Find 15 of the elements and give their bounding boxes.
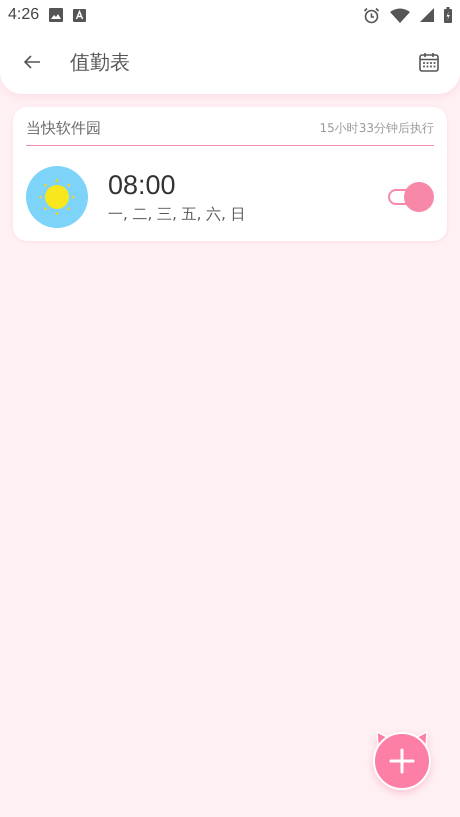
battery-icon <box>444 7 452 23</box>
image-icon <box>49 8 64 22</box>
group-name: 当快软件园 <box>26 119 101 138</box>
countdown-text: 15小时33分钟后执行 <box>319 120 434 137</box>
repeat-days: 一, 二, 三, 五, 六, 日 <box>108 205 386 224</box>
wifi-icon <box>390 8 410 22</box>
alarm-icon <box>363 6 380 24</box>
plus-icon <box>390 748 414 774</box>
page-title: 值勤表 <box>70 48 131 76</box>
sun-icon <box>26 166 88 228</box>
status-time: 4:26 <box>8 6 40 24</box>
signal-icon <box>420 8 434 22</box>
alarm-switch[interactable] <box>386 181 434 213</box>
alarm-time: 08:00 <box>108 170 177 201</box>
font-icon <box>73 8 86 22</box>
